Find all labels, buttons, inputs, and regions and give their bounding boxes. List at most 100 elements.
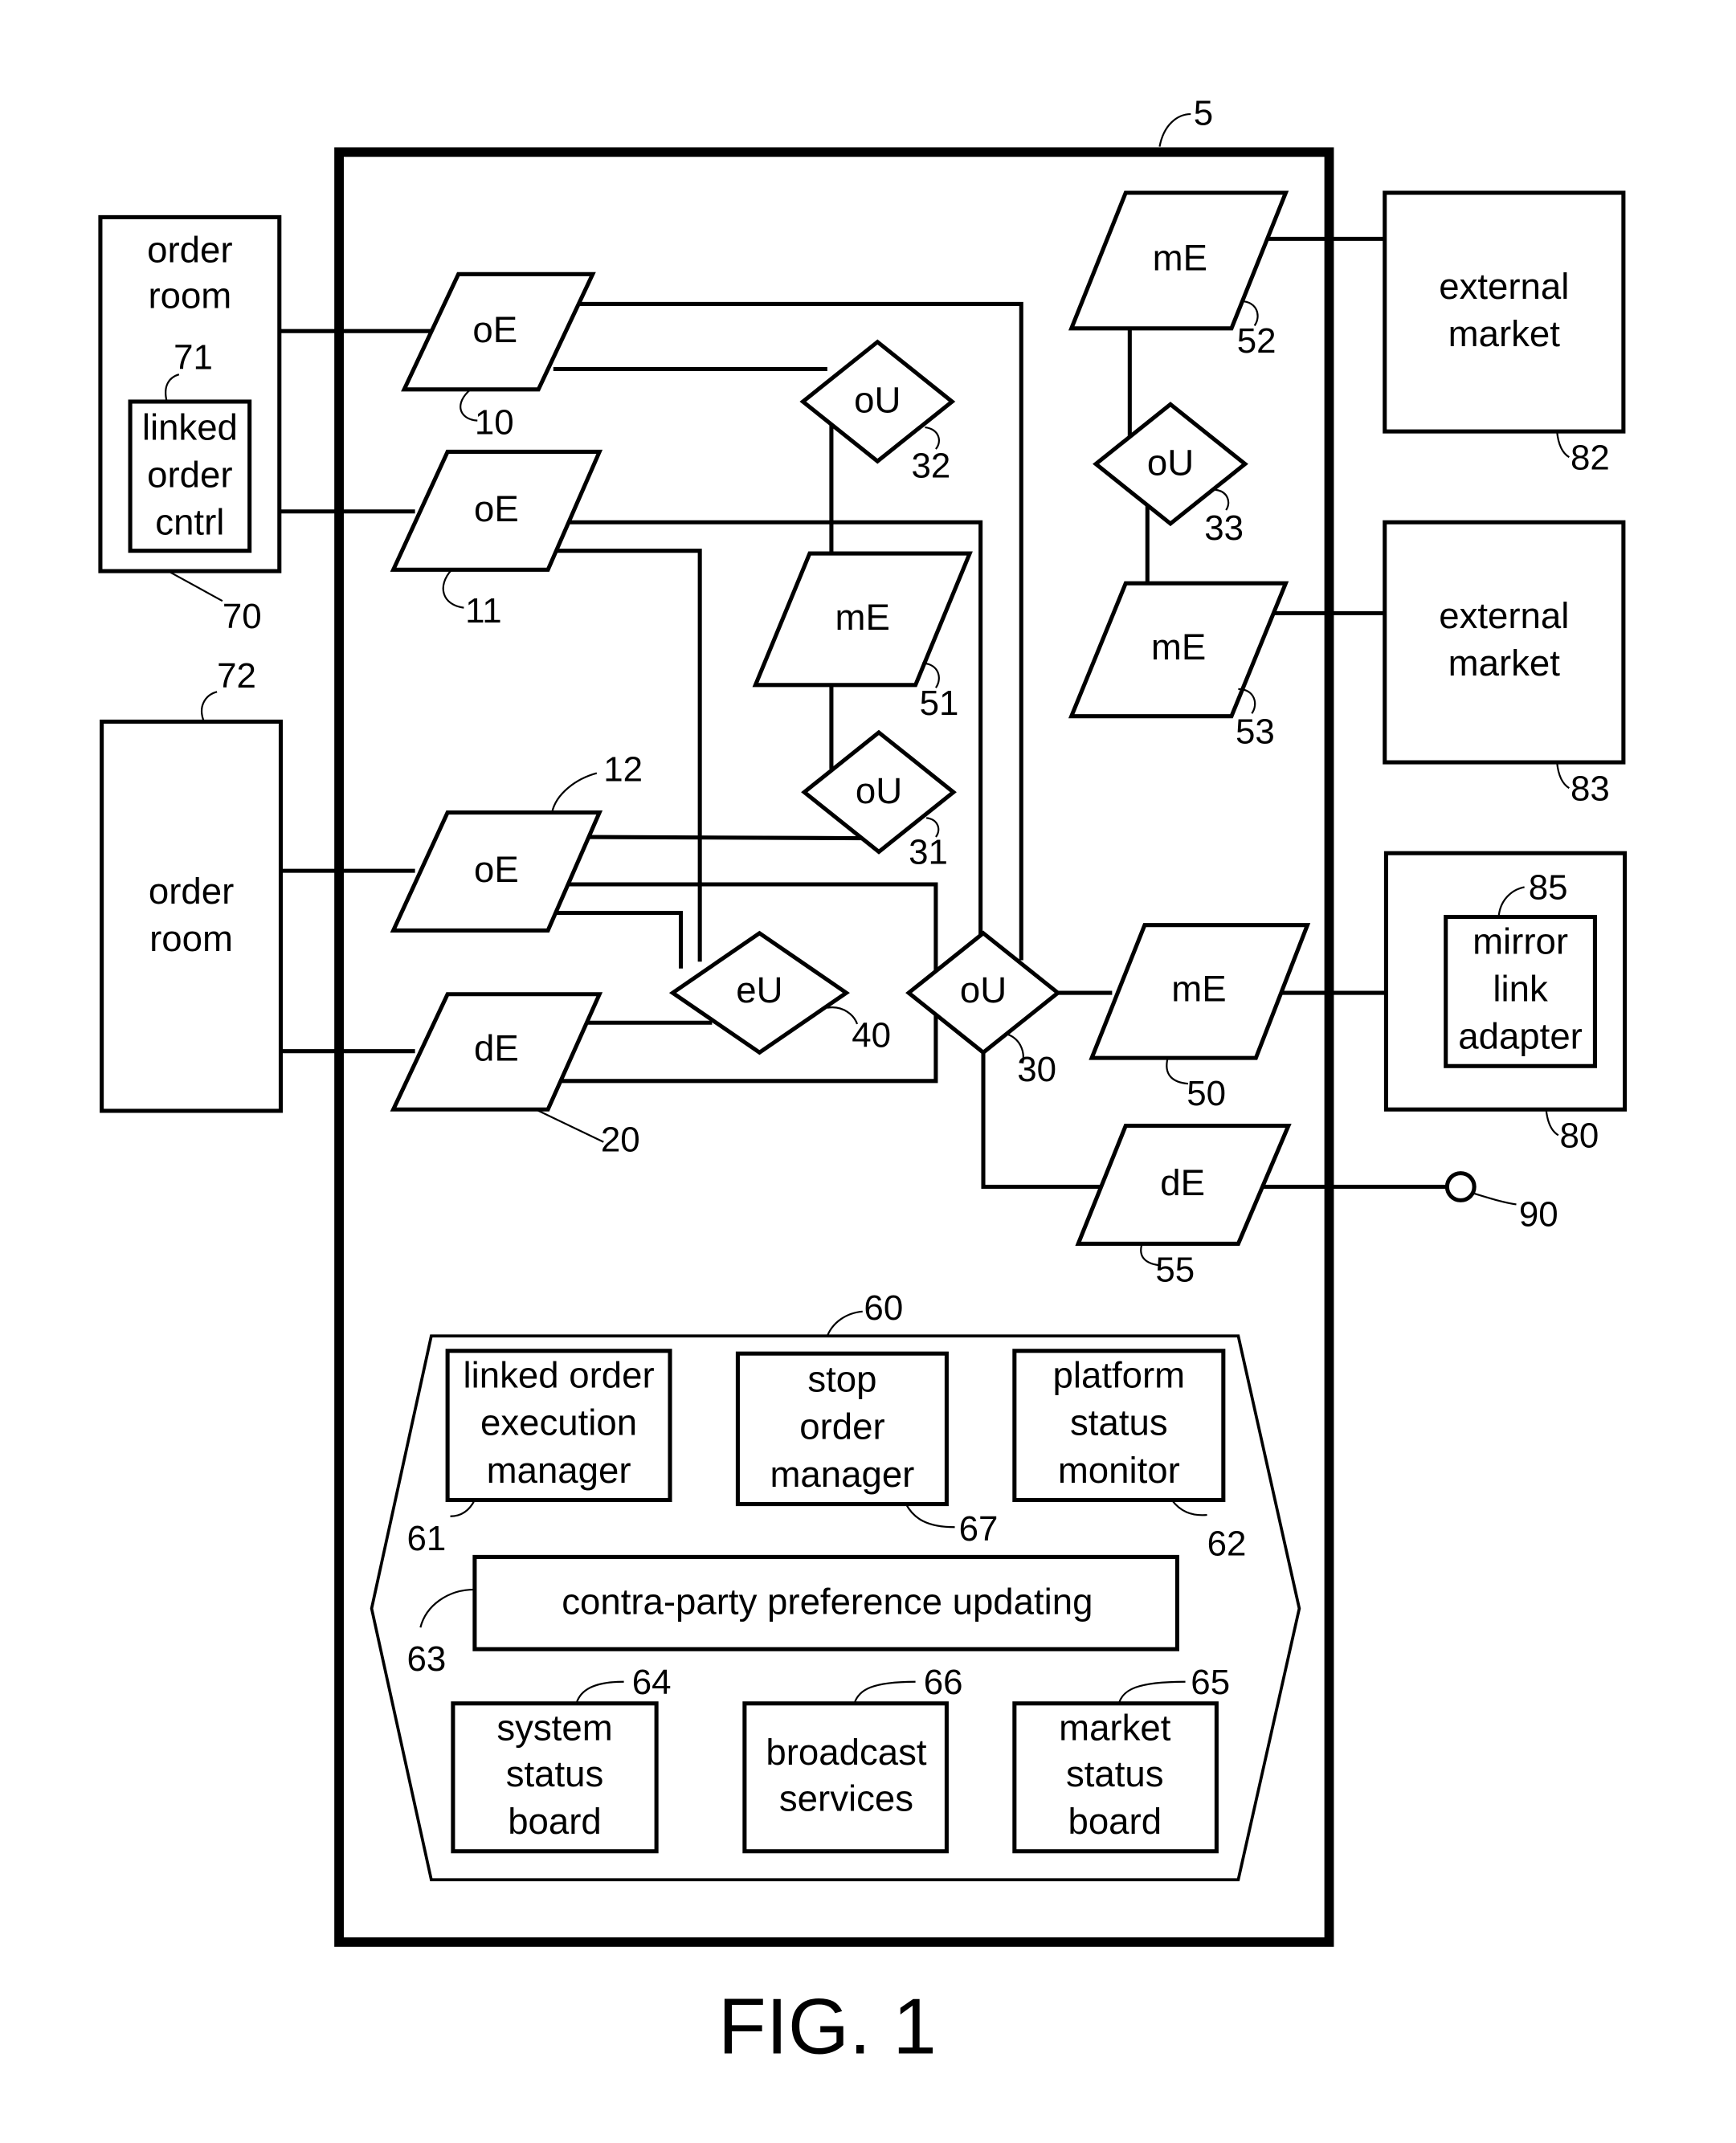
psm-line1: platform xyxy=(1053,1355,1186,1396)
leader-33 xyxy=(1215,488,1230,511)
ref-12: 12 xyxy=(603,750,643,790)
mirror-link-adapter-line3: adapter xyxy=(1458,1016,1583,1057)
psm-line3: monitor xyxy=(1058,1450,1180,1491)
leader-80 xyxy=(1545,1109,1559,1137)
ref-51: 51 xyxy=(920,684,959,723)
ref-90: 90 xyxy=(1519,1194,1558,1234)
ref-20: 20 xyxy=(601,1120,640,1160)
external-market-83-line2: market xyxy=(1448,643,1561,684)
node-oE-12: oE 12 xyxy=(390,750,643,933)
ref-10: 10 xyxy=(475,403,514,443)
node-dE-20: dE 20 xyxy=(390,992,640,1160)
leader-72 xyxy=(201,691,218,721)
ref-11: 11 xyxy=(465,591,502,631)
ref-71: 71 xyxy=(174,337,213,377)
leader-60 xyxy=(826,1310,863,1337)
oE-12-label: oE xyxy=(474,849,519,890)
ref-5: 5 xyxy=(1194,94,1213,133)
eU-40-label: eU xyxy=(736,969,782,1010)
oU-33-label: oU xyxy=(1147,442,1194,483)
ref-70: 70 xyxy=(223,597,262,636)
node-dE-55: dE 55 xyxy=(1075,1123,1292,1290)
node-oE-11: oE 11 xyxy=(390,449,603,631)
order-room-70: order room 70 linked order cntrl 71 xyxy=(98,214,282,636)
oE-11-label: oE xyxy=(474,488,519,529)
leader-83 xyxy=(1556,761,1570,790)
node-eU-40: eU 40 xyxy=(668,930,891,1055)
ref-53: 53 xyxy=(1236,712,1275,751)
node-mE-50: mE 50 xyxy=(1089,923,1311,1113)
ref-64: 64 xyxy=(632,1663,672,1702)
msb-line3: board xyxy=(1068,1801,1162,1842)
msb-line2: status xyxy=(1066,1753,1164,1794)
som-line3: manager xyxy=(770,1454,914,1495)
leader-82 xyxy=(1556,431,1570,459)
ref-65: 65 xyxy=(1191,1663,1230,1702)
bs-line1: broadcast xyxy=(766,1732,926,1773)
wire-oE12-oU31 xyxy=(570,835,868,841)
ref-80: 80 xyxy=(1560,1116,1599,1156)
dE-20-label: dE xyxy=(474,1028,519,1069)
mirror-link-adapter-line2: link xyxy=(1493,968,1548,1009)
oU-30-label: oU xyxy=(960,969,1007,1010)
figure-caption: FIG. 1 xyxy=(718,1982,937,2070)
leader-90 xyxy=(1473,1192,1517,1206)
order-room-72-box xyxy=(100,719,284,1113)
ref-31: 31 xyxy=(909,833,948,872)
mE-50-label: mE xyxy=(1171,968,1226,1009)
dE-55-label: dE xyxy=(1160,1162,1205,1203)
som-line2: order xyxy=(799,1406,884,1447)
node-oU-33: oU 33 xyxy=(1093,402,1248,548)
order-room-70-line1: order xyxy=(147,229,232,270)
mE-53-label: mE xyxy=(1151,627,1206,667)
node-mE-52: mE 52 xyxy=(1068,190,1289,361)
external-market-82-line1: external xyxy=(1439,266,1569,307)
order-room-72-line2: room xyxy=(149,918,233,959)
order-room-72-line1: order xyxy=(149,871,234,912)
terminal-90-circle xyxy=(1444,1171,1477,1202)
oU-32-label: oU xyxy=(854,380,901,421)
linked-order-cntrl-line2: order xyxy=(147,455,232,496)
mE-51-label: mE xyxy=(835,597,890,638)
ref-61: 61 xyxy=(406,1519,446,1558)
loem-line2: execution xyxy=(480,1402,637,1443)
loem-line3: manager xyxy=(487,1450,631,1491)
ref-72: 72 xyxy=(217,656,256,696)
order-room-70-line2: room xyxy=(148,276,231,316)
order-room-72: order room 72 xyxy=(100,656,284,1113)
ref-52: 52 xyxy=(1237,321,1276,361)
node-oE-10: oE 10 xyxy=(401,271,596,443)
psm-line2: status xyxy=(1070,1402,1168,1443)
node-mE-53: mE 53 xyxy=(1068,581,1289,751)
ref-67: 67 xyxy=(959,1509,999,1549)
loem-line1: linked order xyxy=(463,1355,654,1396)
leader-20 xyxy=(535,1108,604,1143)
external-market-83: external market 83 xyxy=(1383,520,1626,808)
mirror-link-adapter-line1: mirror xyxy=(1473,920,1568,961)
ref-55: 55 xyxy=(1155,1251,1195,1290)
wire-oE12-eU40 xyxy=(552,910,684,969)
ref-33: 33 xyxy=(1204,508,1244,548)
ssb-line3: board xyxy=(508,1801,602,1842)
leader-50 xyxy=(1166,1057,1189,1085)
ref-30: 30 xyxy=(1017,1050,1056,1089)
ssb-line1: system xyxy=(496,1708,612,1749)
bs-line2: services xyxy=(779,1778,913,1818)
ssb-line2: status xyxy=(506,1753,604,1794)
mE-52-label: mE xyxy=(1153,237,1207,278)
linked-order-cntrl-line3: cntrl xyxy=(155,502,224,543)
ref-66: 66 xyxy=(924,1663,963,1702)
terminal-90: 90 xyxy=(1444,1171,1558,1234)
leader-70 xyxy=(167,570,223,602)
ref-82: 82 xyxy=(1571,438,1610,477)
ref-83: 83 xyxy=(1571,769,1610,808)
leader-11 xyxy=(442,569,464,609)
ref-63: 63 xyxy=(406,1639,446,1679)
oU-31-label: oU xyxy=(856,770,902,811)
cppu-label: contra-party preference updating xyxy=(562,1582,1093,1623)
ref-50: 50 xyxy=(1187,1074,1226,1113)
node-mE-51: mE 51 xyxy=(752,551,973,723)
node-oU-31: oU 31 xyxy=(801,729,957,872)
external-market-82-line2: market xyxy=(1448,313,1561,354)
external-market-82: external market 82 xyxy=(1383,190,1626,477)
